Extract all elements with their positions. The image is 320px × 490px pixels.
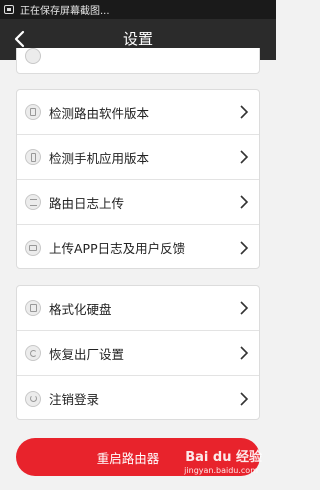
row-label: 上传APP日志及用户反馈 <box>49 241 186 256</box>
factory-reset-icon <box>25 345 41 361</box>
row-label: 路由日志上传 <box>49 195 125 211</box>
row-label: 注销登录 <box>49 392 100 407</box>
row-format-disk[interactable]: 格式化硬盘 <box>17 286 259 331</box>
row-label: 格式化硬盘 <box>49 301 112 317</box>
chevron-right-icon <box>240 195 249 209</box>
phone-app-icon <box>25 149 41 165</box>
status-bar: 正在保存屏幕截图... <box>0 0 276 19</box>
row-check-router-firmware[interactable]: 检测路由软件版本 <box>17 90 259 135</box>
reboot-button-label: 重启路由器 <box>96 450 160 466</box>
power-icon <box>25 390 41 407</box>
status-text: 正在保存屏幕截图... <box>20 6 110 17</box>
row-label: 恢复出厂设置 <box>49 346 125 362</box>
row-factory-reset[interactable]: 恢复出厂设置 <box>17 331 259 376</box>
settings-item-icon <box>25 48 41 64</box>
chevron-right-icon <box>240 150 249 164</box>
row-label: 检测路由软件版本 <box>49 105 150 121</box>
screenshot-icon <box>4 5 14 14</box>
settings-card-check: 检测路由软件版本 检测手机应用版本 路由日志上传 上传APP日志及用户反馈 <box>16 89 260 269</box>
row-router-log-upload[interactable]: 路由日志上传 <box>17 180 259 225</box>
chevron-right-icon <box>240 105 249 119</box>
settings-row-partial[interactable] <box>17 48 259 73</box>
watermark-url: jingyan.baidu.com <box>184 466 258 475</box>
watermark-brand: Bai du 经验 <box>185 450 262 465</box>
row-check-app-version[interactable]: 检测手机应用版本 <box>17 135 259 180</box>
chevron-right-icon <box>240 391 249 406</box>
log-upload-icon <box>25 194 41 210</box>
baidu-jingyan-watermark: Bai du 经验 <box>185 446 262 465</box>
feedback-icon <box>25 239 41 256</box>
settings-card-top <box>16 48 260 74</box>
router-firmware-icon <box>25 104 41 120</box>
disk-icon <box>25 300 41 316</box>
chevron-right-icon <box>240 301 249 315</box>
row-app-log-feedback[interactable]: 上传APP日志及用户反馈 <box>17 225 259 268</box>
settings-card-system: 格式化硬盘 恢复出厂设置 注销登录 <box>16 285 260 420</box>
row-label: 检测手机应用版本 <box>49 150 150 166</box>
row-logout[interactable]: 注销登录 <box>17 376 259 419</box>
chevron-right-icon <box>240 240 249 255</box>
chevron-right-icon <box>240 346 249 360</box>
